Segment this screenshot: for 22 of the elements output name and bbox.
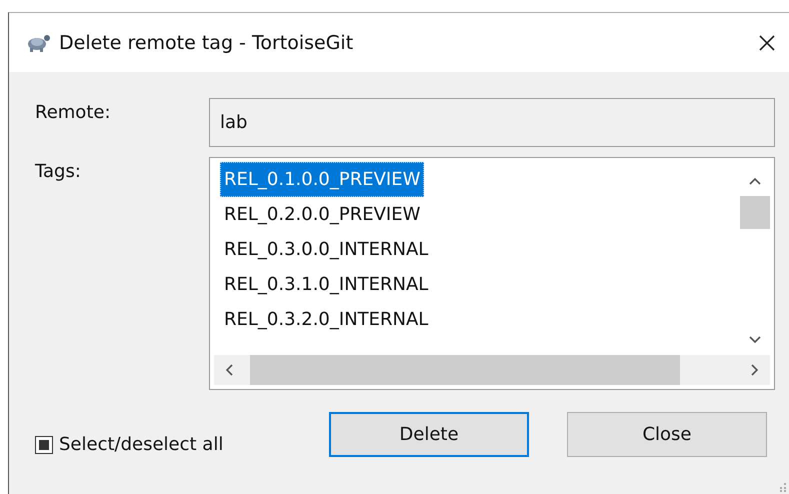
- remote-label: Remote:: [35, 101, 112, 123]
- tag-item[interactable]: REL_0.3.0.0_INTERNAL: [220, 232, 432, 267]
- tag-item[interactable]: REL_0.3.1.0_INTERNAL: [220, 267, 432, 302]
- select-all-label[interactable]: Select/deselect all: [59, 434, 224, 455]
- tags-list[interactable]: REL_0.1.0.0_PREVIEW REL_0.2.0.0_PREVIEW REL_0.3.0.0_INTERNAL REL_0.3.1.0_INTERNAL REL_0.3.2.0_INTERNAL: [209, 157, 775, 390]
- scrollbar-thumb[interactable]: [250, 355, 680, 385]
- scroll-up-icon[interactable]: [748, 176, 762, 186]
- tag-item[interactable]: REL_0.1.0.0_PREVIEW: [220, 162, 424, 197]
- tags-label: Tags:: [35, 160, 82, 182]
- resize-grip-icon[interactable]: [777, 482, 787, 492]
- scroll-down-icon[interactable]: [748, 335, 762, 345]
- scroll-right-icon[interactable]: [750, 363, 760, 377]
- tag-item[interactable]: REL_0.3.2.0_INTERNAL: [220, 302, 432, 337]
- scrollbar-thumb[interactable]: [740, 196, 770, 229]
- tag-item[interactable]: REL_0.2.0.0_PREVIEW: [220, 197, 424, 232]
- window-title: Delete remote tag - TortoiseGit: [59, 32, 354, 54]
- dialog-button[interactable]: Delete: [329, 412, 529, 457]
- dialog-button[interactable]: Close: [567, 412, 767, 457]
- remote-field[interactable]: lab: [209, 98, 775, 147]
- scroll-left-icon[interactable]: [224, 363, 234, 377]
- checkbox[interactable]: [35, 436, 53, 454]
- horizontal-scrollbar[interactable]: [214, 355, 770, 385]
